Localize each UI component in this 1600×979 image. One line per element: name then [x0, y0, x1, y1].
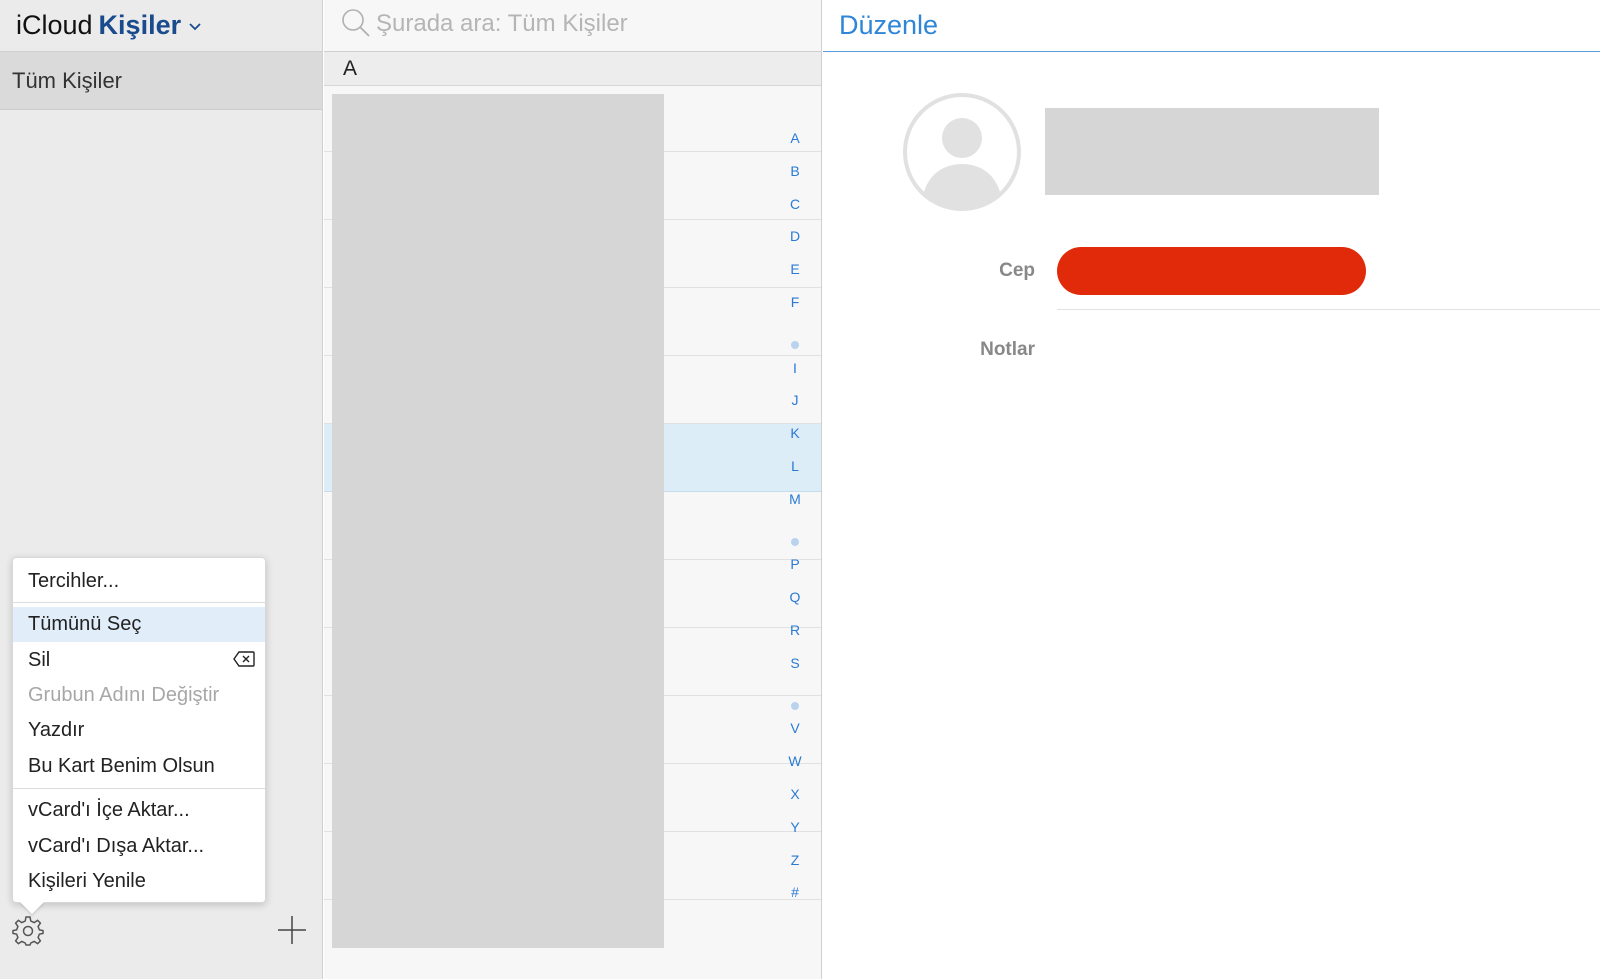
menu-item-preferences[interactable]: Tercihler... — [13, 564, 265, 599]
index-letter[interactable]: X — [783, 786, 807, 802]
index-letter[interactable]: Z — [783, 852, 807, 868]
index-letter[interactable]: Y — [783, 819, 807, 835]
menu-item-delete[interactable]: Sil — [13, 643, 265, 678]
index-letter[interactable]: B — [783, 163, 807, 179]
avatar-placeholder-icon — [903, 93, 1021, 211]
index-letter[interactable]: L — [783, 458, 807, 474]
notes-label: Notlar — [980, 339, 1035, 360]
sidebar: iCloud Kişiler Tüm Kişiler Tercihler... … — [0, 0, 323, 979]
index-letter[interactable]: V — [783, 720, 807, 736]
contacts-app: iCloud Kişiler Tüm Kişiler Tercihler... … — [0, 0, 1600, 979]
app-title[interactable]: iCloud Kişiler — [0, 0, 322, 52]
index-letter[interactable]: P — [783, 556, 807, 572]
edit-button[interactable]: Düzenle — [839, 10, 938, 41]
index-letter[interactable]: K — [783, 425, 807, 441]
group-item-all-contacts[interactable]: Tüm Kişiler — [0, 52, 322, 110]
contact-list-pane: A A B CD E F IJ K L M P Q R S V W X Y Z # — [324, 0, 822, 979]
index-letter[interactable]: M — [783, 491, 807, 507]
menu-item-print[interactable]: Yazdır — [13, 713, 265, 748]
menu-item-export-vcard[interactable]: vCard'ı Dışa Aktar... — [13, 829, 265, 864]
index-letter[interactable]: # — [783, 884, 807, 900]
menu-item-refresh-contacts[interactable]: Kişileri Yenile — [13, 864, 265, 899]
menu-pointer — [20, 902, 44, 914]
menu-item-import-vcard[interactable]: vCard'ı İçe Aktar... — [13, 793, 265, 828]
mobile-label: Cep — [999, 260, 1035, 281]
group-item-label: Tüm Kişiler — [12, 67, 123, 93]
menu-divider — [13, 602, 265, 603]
brand-app-name: Kişiler — [98, 10, 182, 40]
index-letter[interactable]: A — [783, 130, 807, 146]
redacted-contact-name — [1045, 108, 1379, 195]
index-dot[interactable] — [791, 701, 799, 710]
index-dot[interactable] — [791, 340, 799, 349]
menu-item-make-my-card[interactable]: Bu Kart Benim Olsun — [13, 749, 265, 784]
index-letter[interactable]: J — [783, 392, 807, 408]
menu-item-rename-group: Grubun Adını Değiştir — [28, 684, 220, 706]
menu-item-select-all[interactable]: Tümünü Seç — [13, 607, 265, 642]
search-bar — [324, 0, 821, 52]
index-letter[interactable]: E — [783, 261, 807, 277]
index-letter[interactable]: C — [783, 196, 807, 212]
contact-detail-pane: Düzenle Cep Notlar — [823, 0, 1600, 979]
settings-menu: Tercihler... Tümünü Seç Sil Grubun Adını… — [12, 557, 266, 903]
section-header: A — [324, 52, 821, 86]
index-letter[interactable]: D — [783, 228, 807, 244]
menu-divider — [13, 788, 265, 789]
add-contact-button[interactable] — [276, 914, 308, 946]
chevron-down-icon — [189, 22, 201, 30]
brand-icloud: iCloud — [16, 10, 93, 40]
index-letter[interactable]: R — [783, 622, 807, 638]
detail-header: Düzenle — [823, 0, 1600, 52]
index-dot[interactable] — [791, 537, 799, 546]
redacted-contact-names — [332, 94, 664, 948]
search-input[interactable] — [376, 6, 806, 42]
search-icon — [342, 9, 370, 37]
index-letter[interactable]: W — [783, 753, 807, 769]
redacted-phone-number — [1057, 247, 1366, 295]
delete-key-icon — [233, 651, 255, 667]
index-letter[interactable]: S — [783, 655, 807, 671]
menu-item-delete-label: Sil — [28, 649, 51, 671]
index-letter[interactable]: F — [783, 294, 807, 310]
gear-icon[interactable] — [12, 915, 44, 947]
field-divider — [1057, 309, 1600, 310]
index-letter[interactable]: Q — [783, 589, 807, 605]
index-letter[interactable]: I — [783, 360, 807, 376]
